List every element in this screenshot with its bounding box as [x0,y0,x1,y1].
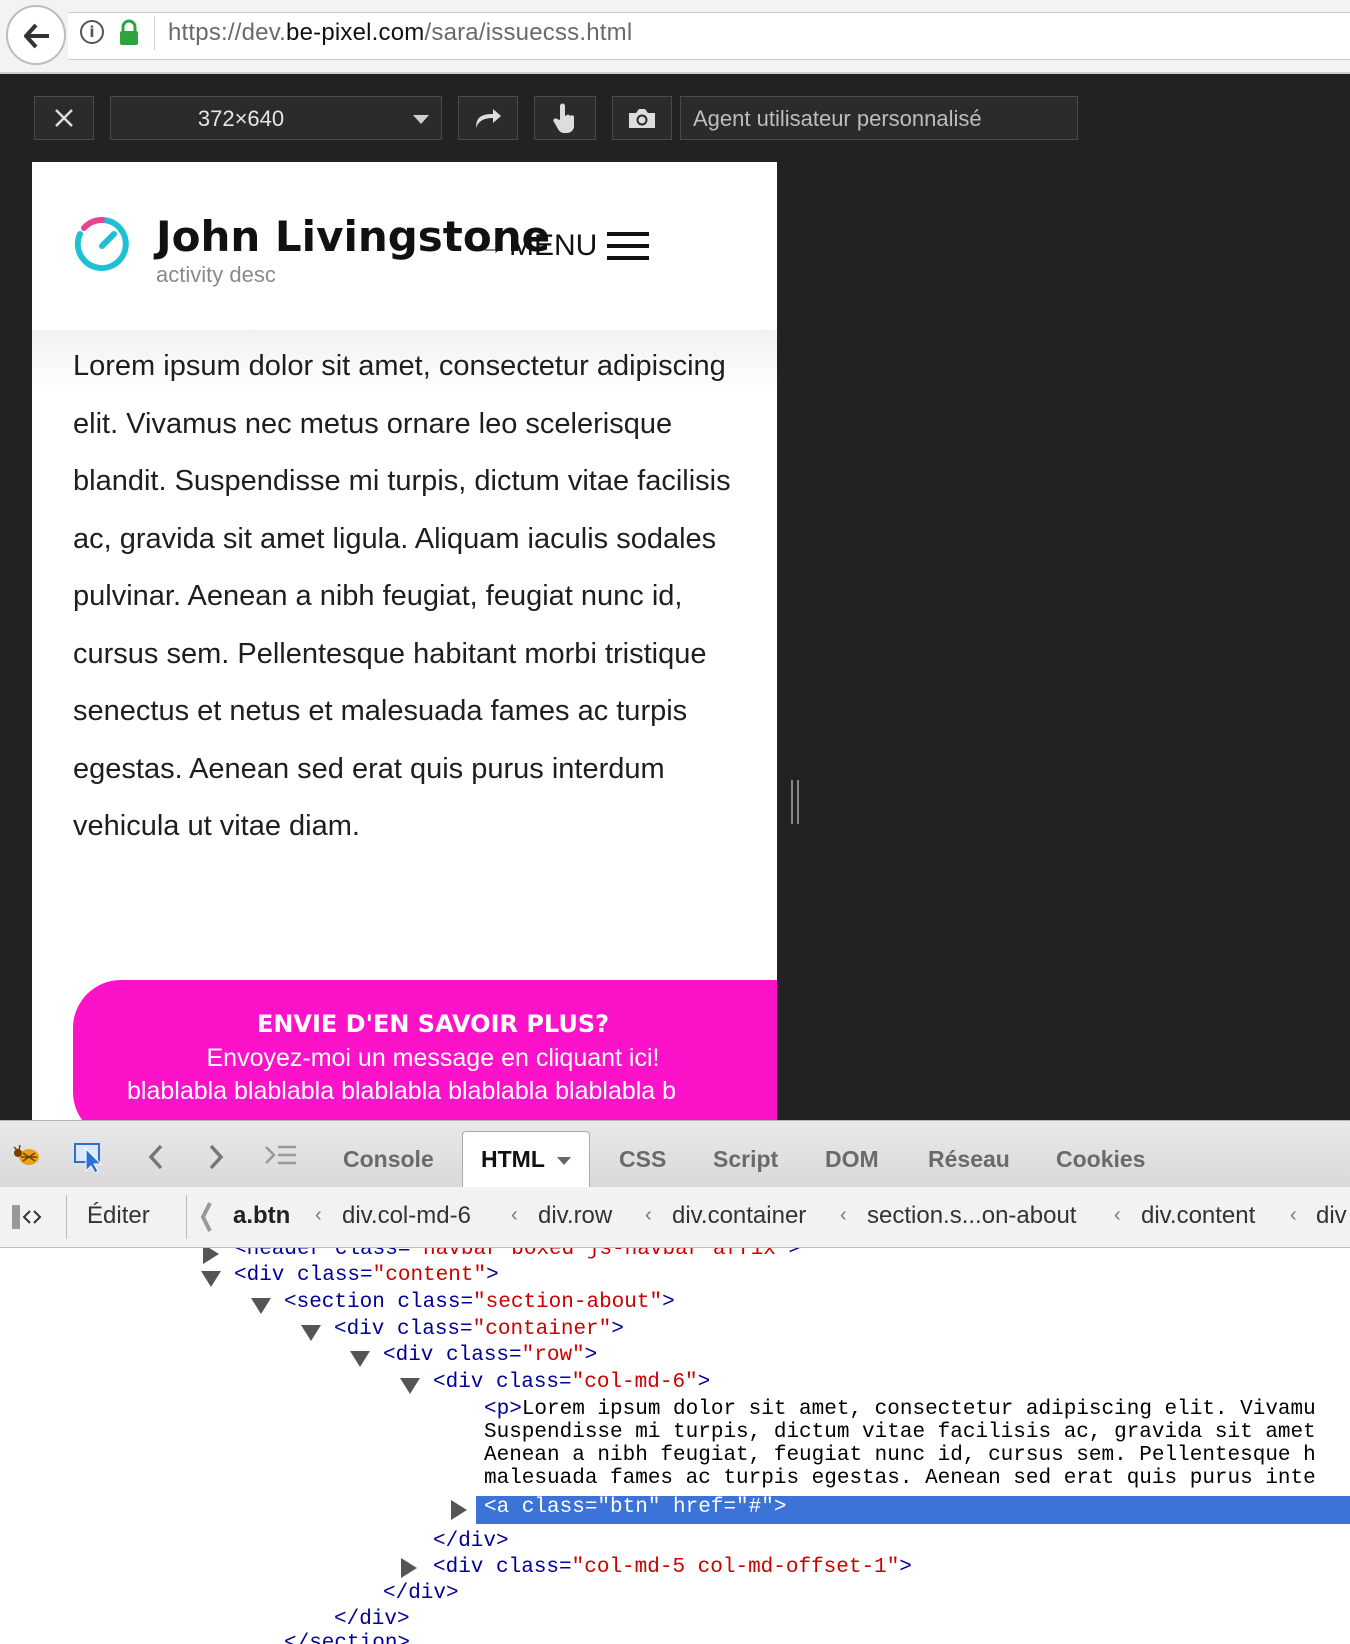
forward-chevron-icon[interactable] [206,1143,226,1171]
breadcrumb-item[interactable]: div.content [1141,1202,1255,1230]
inspect-cursor-icon[interactable] [74,1143,108,1173]
url-text[interactable]: https://dev.be-pixel.com/sara/issuecss.h… [168,19,632,47]
user-agent-input[interactable]: Agent utilisateur personnalisé [680,96,1078,140]
breadcrumb-separator-icon: ‹ [315,1204,322,1226]
tree-node-close: </div> [334,1608,410,1631]
site-description: activity desc [156,262,276,287]
tree-node-close: </div> [433,1530,509,1553]
tree-node-section[interactable]: <section class="section-about"> [284,1291,675,1314]
tab-html[interactable]: HTML [462,1131,590,1188]
url-separator [154,16,155,50]
tab-cookies[interactable]: Cookies [1056,1146,1145,1173]
tree-node-container[interactable]: <div class="container"> [334,1318,624,1341]
collapse-arrow-icon[interactable] [301,1325,321,1341]
rotate-button[interactable] [458,96,518,140]
tab-console[interactable]: Console [343,1146,434,1173]
breadcrumb-item[interactable]: div.row [538,1202,612,1230]
collapse-arrow-icon[interactable] [350,1351,370,1367]
screenshot-button[interactable] [612,96,672,140]
tab-dom[interactable]: DOM [825,1146,879,1173]
edit-button[interactable]: Éditer [87,1202,150,1230]
close-responsive-button[interactable] [34,96,94,140]
info-icon[interactable]: i [80,20,104,44]
tree-text-line: Aenean a nibh feugiat, feugiat nunc id, … [484,1444,1316,1467]
breadcrumb-separator-icon: ‹ [1290,1204,1297,1226]
tree-node-col-md-6[interactable]: <div class="col-md-6"> [433,1371,710,1394]
cta-title: ENVIE D'EN SAVOIR PLUS? [256,1010,610,1038]
tree-node-selected-row[interactable]: <a class="btn" href="#"> [476,1496,1350,1524]
breadcrumb-separator-icon: ‹ [645,1204,652,1226]
viewport-size-label: 372×640 [197,106,285,131]
contact-cta-button[interactable]: ENVIE D'EN SAVOIR PLUS? Envoyez-moi un m… [73,980,777,1120]
tab-css[interactable]: CSS [619,1146,666,1173]
tab-script[interactable]: Script [713,1146,778,1173]
tree-node-header[interactable]: <header class="navbar boxed js-navbar af… [234,1248,801,1261]
tree-node-content[interactable]: <div class="content"> [234,1264,499,1287]
chevron-down-icon[interactable] [557,1157,571,1165]
back-chevron-icon[interactable] [146,1143,166,1171]
tab-html-label: HTML [481,1146,545,1172]
tree-node-col-md-5[interactable]: <div class="col-md-5 col-md-offset-1"> [433,1556,912,1579]
tree-node-a-btn: <a class="btn" href="#"> [484,1496,787,1519]
cta-overflow-text: blablabla blablabla blablabla blablabla … [127,1077,677,1105]
viewport-resize-handle[interactable] [791,780,799,824]
command-line-icon[interactable] [264,1143,298,1169]
back-button[interactable] [6,5,66,65]
firebug-icon[interactable] [12,1143,42,1169]
tree-node-close: </div> [383,1582,459,1605]
touch-icon [553,103,574,133]
breadcrumb: Éditer a.btn ‹ div.col-md-6 ‹ div.row ‹ … [0,1187,1350,1248]
menu-label[interactable]: MENU [509,229,597,263]
expand-arrow-icon[interactable] [451,1500,467,1520]
breadcrumb-item[interactable]: a.btn [233,1202,290,1230]
cta-subtitle: Envoyez-moi un message en cliquant ici! [206,1044,660,1072]
speedometer-logo-icon [74,216,129,271]
firebug-toolbar: Console HTML CSS Script DOM Réseau Cooki… [0,1120,1350,1188]
rotate-icon [476,109,501,128]
lock-icon [120,19,138,45]
breadcrumb-separator-icon: ‹ [840,1204,847,1226]
breadcrumb-item[interactable]: div.container [672,1202,806,1230]
back-arrow-icon [24,23,49,49]
hamburger-icon[interactable] [607,232,649,260]
about-paragraph: Lorem ipsum dolor sit amet, consectetur … [73,350,731,842]
close-icon [55,109,73,127]
tree-text-line: Suspendisse mi turpis, dictum vitae faci… [484,1421,1316,1444]
expand-arrow-icon[interactable] [401,1558,417,1578]
tree-node-paragraph[interactable]: <p>Lorem ipsum dolor sit amet, consectet… [484,1398,1316,1421]
breadcrumb-separator-icon: ‹ [511,1204,518,1226]
html-tree-panel: <header class="navbar boxed js-navbar af… [0,1248,1350,1644]
viewport-size-select[interactable]: 372×640 [110,96,442,140]
camera-icon [629,109,655,128]
collapse-arrow-icon[interactable] [201,1271,221,1287]
touch-simulation-button[interactable] [534,96,596,140]
breadcrumb-item[interactable]: div [1316,1202,1347,1230]
tree-node-close: </section> [284,1632,411,1644]
menu-arrow-icon: → [480,233,504,260]
code-view-icon[interactable] [10,1203,42,1231]
tree-text-line: malesuada fames ac turpis egestas. Aenea… [484,1467,1316,1490]
breadcrumb-item[interactable]: section.s...on-about [867,1202,1076,1230]
chevron-down-icon [413,115,429,124]
tree-node-row[interactable]: <div class="row"> [383,1344,597,1367]
url-bar: i https://dev.be-pixel.com/sara/issuecss… [0,0,1350,74]
scroll-left-icon[interactable] [200,1201,212,1233]
collapse-arrow-icon[interactable] [400,1378,420,1394]
collapse-arrow-icon[interactable] [251,1298,271,1314]
breadcrumb-separator-icon: ‹ [1114,1204,1121,1226]
tab-network[interactable]: Réseau [928,1146,1010,1173]
breadcrumb-item[interactable]: div.col-md-6 [342,1202,471,1230]
expand-arrow-icon[interactable] [203,1248,219,1264]
responsive-viewport: John Livingstone activity desc → MENU Lo… [32,162,777,1120]
